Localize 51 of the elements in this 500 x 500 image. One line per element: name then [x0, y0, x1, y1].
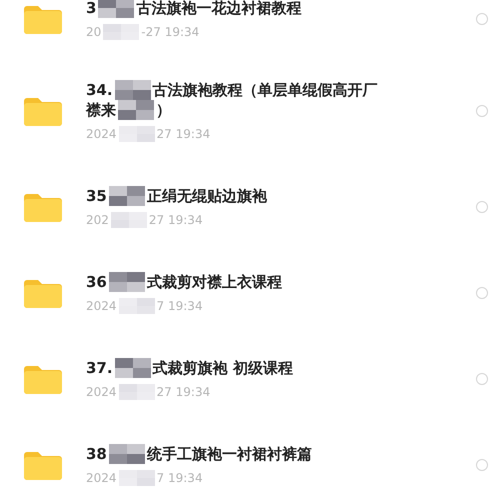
- mosaic-blur: [118, 126, 155, 142]
- folder-icon: [24, 192, 62, 222]
- modified-date: 27 19:34: [156, 384, 210, 400]
- select-radio[interactable]: [476, 13, 488, 25]
- select-radio[interactable]: [476, 287, 488, 299]
- modified-date: 2024: [86, 126, 117, 142]
- select-radio[interactable]: [476, 459, 488, 471]
- mosaic-blur: [118, 298, 155, 314]
- mosaic-blur: [98, 0, 134, 18]
- mosaic-blur: [110, 212, 147, 228]
- folder-name: 古法旗袍一花边衬裙教程: [136, 0, 302, 18]
- folder-name: 式裁剪对襟上衣课程: [146, 272, 282, 292]
- folder-name: 正绢无绲贴边旗袍: [146, 186, 267, 206]
- mosaic-blur: [108, 272, 145, 292]
- folder-name: 襟来: [86, 100, 116, 120]
- mosaic-blur: [103, 24, 140, 40]
- mosaic-blur: [118, 384, 155, 400]
- modified-date: 27 19:34: [156, 126, 210, 142]
- modified-date: 7 19:34: [156, 298, 203, 314]
- folder-name: 36: [86, 272, 107, 292]
- mosaic-blur: [114, 80, 151, 100]
- folder-name: 统手工旗袍一衬裙衬裤篇: [146, 444, 312, 464]
- folder-name: ）: [156, 100, 171, 120]
- modified-date: 27 19:34: [148, 212, 203, 228]
- modified-date: 2024: [86, 470, 117, 486]
- folder-icon: [24, 96, 62, 126]
- folder-name: 37.: [86, 358, 113, 378]
- mosaic-blur: [108, 186, 145, 206]
- folder-icon: [24, 4, 62, 34]
- mosaic-blur: [118, 470, 155, 486]
- folder-name: 38: [86, 444, 107, 464]
- folder-name: 34.: [86, 80, 113, 100]
- mosaic-blur: [118, 100, 154, 120]
- modified-date: 7 19:34: [156, 470, 203, 486]
- folder-name: 式裁剪旗袍 初级课程: [152, 358, 293, 378]
- modified-date: -27 19:34: [141, 24, 200, 40]
- modified-date: 2024: [86, 384, 117, 400]
- folder-name: 3: [86, 0, 96, 18]
- modified-date: 202: [86, 212, 109, 228]
- mosaic-blur: [108, 444, 145, 464]
- folder-icon: [24, 278, 62, 308]
- modified-date: 2024: [86, 298, 117, 314]
- select-radio[interactable]: [476, 373, 488, 385]
- folder-icon: [24, 364, 62, 394]
- modified-date: 20: [86, 24, 102, 40]
- select-radio[interactable]: [476, 105, 488, 117]
- folder-name: 35: [86, 186, 107, 206]
- mosaic-blur: [114, 358, 151, 378]
- select-radio[interactable]: [476, 201, 488, 213]
- folder-name: 古法旗袍教程（单层单绲假高开厂: [152, 80, 378, 100]
- folder-icon: [24, 450, 62, 480]
